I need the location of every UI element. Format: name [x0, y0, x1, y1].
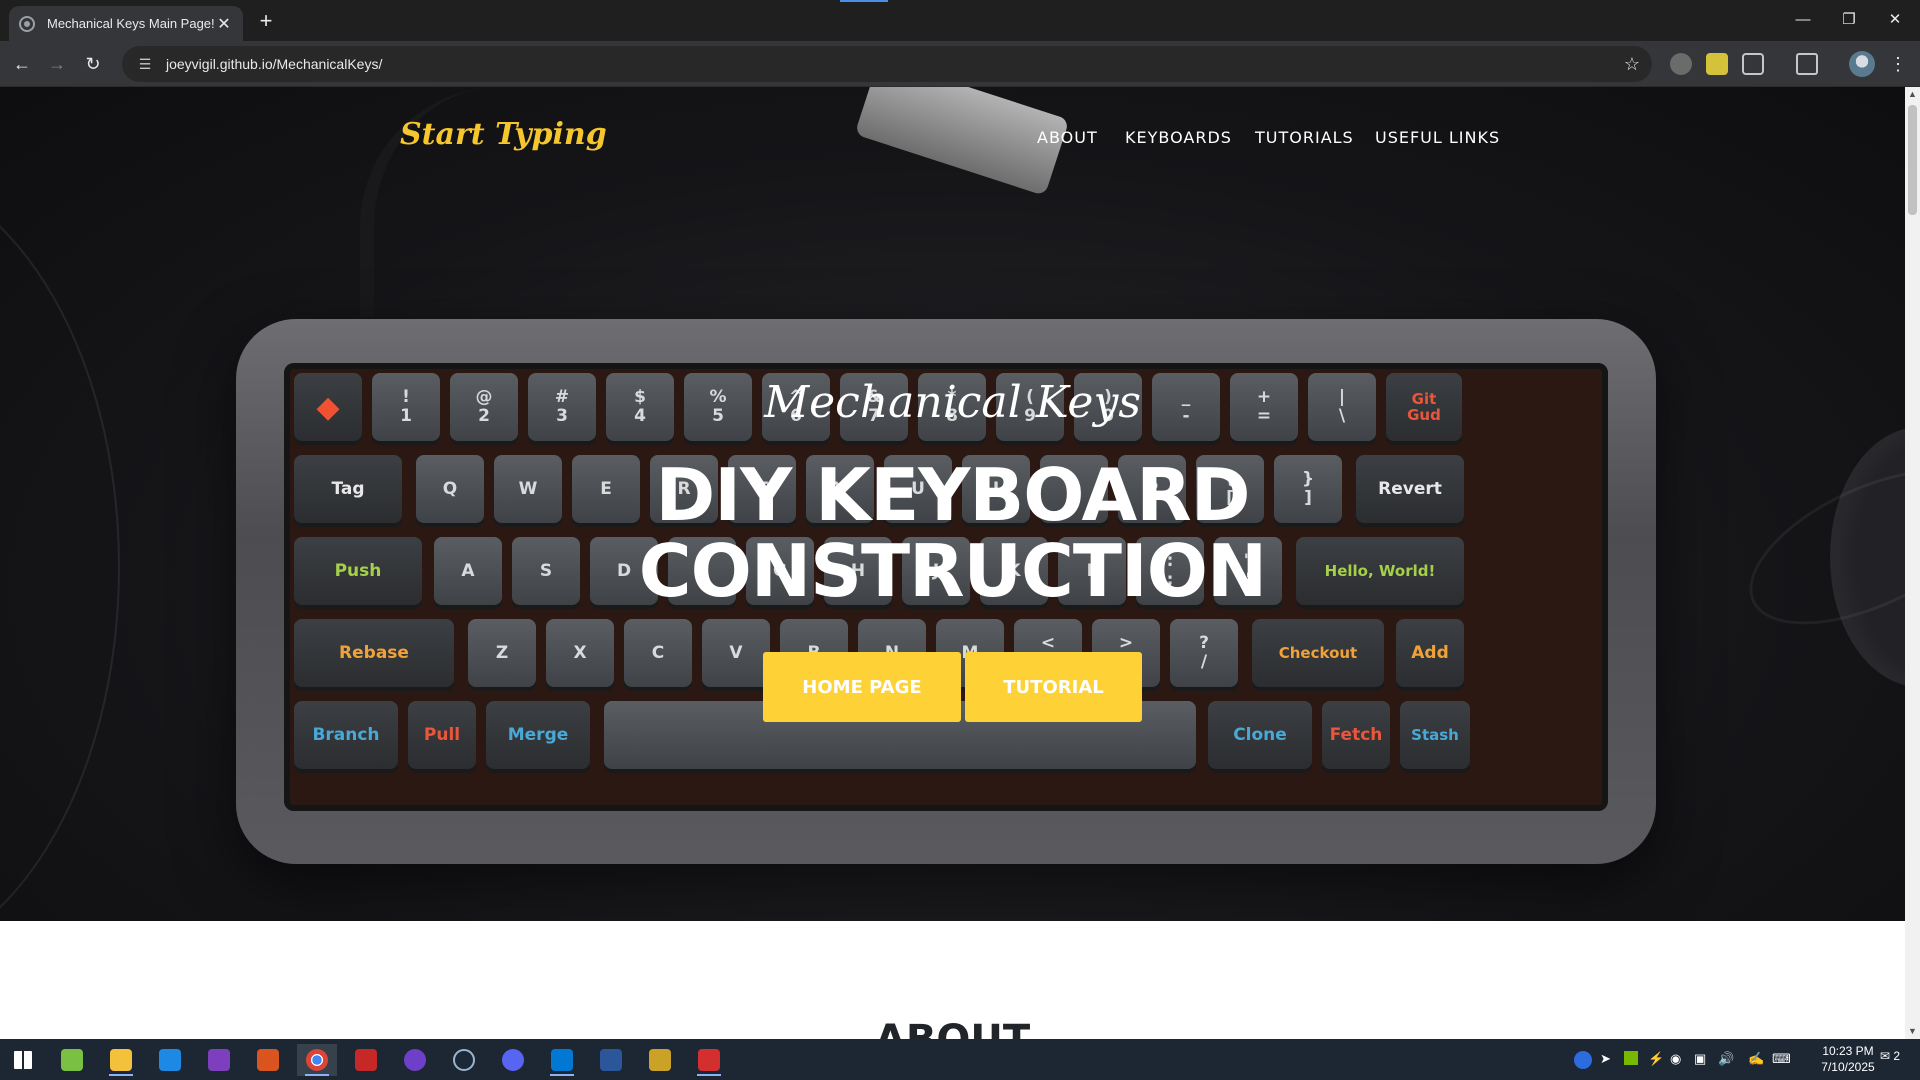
nav-link-useful-links[interactable]: USEFUL LINKS: [1375, 128, 1500, 147]
extension-record-icon[interactable]: [1670, 53, 1692, 75]
hero-headline: DIY KEYBOARD CONSTRUCTION: [0, 457, 1905, 609]
designer-app-icon[interactable]: [150, 1044, 190, 1076]
key-c: C: [624, 619, 692, 687]
window-restore-button[interactable]: ❐: [1826, 6, 1872, 34]
scroll-up-arrow-icon[interactable]: ▲: [1905, 87, 1920, 102]
word-app-icon[interactable]: [591, 1044, 631, 1076]
extension-sticky-icon[interactable]: [1706, 53, 1728, 75]
key-branch: Branch: [294, 701, 398, 769]
key-stash: Stash: [1400, 701, 1470, 769]
key-z: Z: [468, 619, 536, 687]
hero-subtitle: Mechanical Keys: [764, 377, 1141, 428]
forward-arrow-icon[interactable]: →: [43, 50, 71, 78]
address-bar-url[interactable]: joeyvigil.github.io/MechanicalKeys/: [166, 56, 1612, 72]
new-tab-button[interactable]: +: [252, 8, 280, 36]
vscode-app-icon[interactable]: [542, 1044, 582, 1076]
browser-menu-icon[interactable]: ⋮: [1886, 50, 1910, 78]
tab-title: Mechanical Keys Main Page!: [47, 16, 215, 31]
tray-zoom-icon[interactable]: [1574, 1051, 1592, 1069]
browser-tab-active[interactable]: Mechanical Keys Main Page! ✕: [9, 6, 243, 41]
page-viewport: ◆ ! 1 @ 2 # 3 $ 4 % 5 ^ 6 & 7 * 8 ( 9 ) …: [0, 87, 1905, 1039]
bookmark-star-icon[interactable]: ☆: [1612, 54, 1652, 75]
extensions-puzzle-icon[interactable]: [1742, 53, 1764, 75]
browser-tab-bar: Mechanical Keys Main Page! ✕ + — ❐ ✕: [0, 0, 1920, 41]
profile-avatar[interactable]: [1849, 51, 1875, 77]
scrollbar-thumb[interactable]: [1908, 105, 1917, 215]
site-favicon-icon: [19, 15, 35, 32]
tutorial-button[interactable]: TUTORIAL: [965, 652, 1142, 722]
tray-security-icon[interactable]: ◉: [1670, 1051, 1681, 1067]
windows-start-icon[interactable]: [3, 1044, 43, 1076]
os-taskbar: ➤ ⚡ ◉ ▣ 🔊 ✍ ⌨ 10:23 PM 7/10/2025 ✉ 2: [0, 1039, 1920, 1080]
tray-pen-icon[interactable]: ✍: [1748, 1051, 1764, 1067]
key-add: Add: [1396, 619, 1464, 687]
key-x: X: [546, 619, 614, 687]
site-info-icon[interactable]: ☰: [136, 55, 154, 73]
tray-network-icon[interactable]: ▣: [1694, 1051, 1706, 1067]
hero-section: ◆ ! 1 @ 2 # 3 $ 4 % 5 ^ 6 & 7 * 8 ( 9 ) …: [0, 87, 1905, 921]
key-merge: Merge: [486, 701, 590, 769]
tab-search-icon[interactable]: [1796, 53, 1818, 75]
game-app-icon[interactable]: [640, 1044, 680, 1076]
tab-strip-indicator: [840, 0, 888, 2]
file-explorer-icon[interactable]: [101, 1044, 141, 1076]
scroll-down-arrow-icon[interactable]: ▼: [1905, 1024, 1920, 1039]
hero-headline-line-1: DIY KEYBOARD: [655, 453, 1251, 537]
stream-app-icon[interactable]: [346, 1044, 386, 1076]
affinity-publisher-icon[interactable]: [248, 1044, 288, 1076]
about-section-heading: ABOUT: [0, 1017, 1905, 1039]
key-v: V: [702, 619, 770, 687]
nav-link-about[interactable]: ABOUT: [1037, 128, 1098, 147]
tab-close-icon[interactable]: ✕: [215, 14, 233, 34]
nav-link-tutorials[interactable]: TUTORIALS: [1255, 128, 1354, 147]
address-bar[interactable]: ☰ joeyvigil.github.io/MechanicalKeys/ ☆: [122, 46, 1652, 82]
chrome-app-icon[interactable]: [297, 1044, 337, 1076]
hero-headline-line-2: CONSTRUCTION: [638, 529, 1267, 613]
key-fetch: Fetch: [1322, 701, 1390, 769]
reload-icon[interactable]: ↻: [79, 50, 107, 78]
back-arrow-icon[interactable]: ←: [8, 50, 36, 78]
tray-arrow-icon[interactable]: ➤: [1600, 1051, 1611, 1067]
browser-toolbar: ← → ↻ ☰ joeyvigil.github.io/MechanicalKe…: [0, 41, 1920, 87]
home-page-button[interactable]: HOME PAGE: [763, 652, 961, 722]
key-rebase: Rebase: [294, 619, 454, 687]
window-close-button[interactable]: ✕: [1872, 6, 1918, 34]
discord-app-icon[interactable]: [493, 1044, 533, 1076]
notification-center-icon[interactable]: ✉ 2: [1880, 1049, 1910, 1063]
github-app-icon[interactable]: [395, 1044, 435, 1076]
key-slash: ? /: [1170, 619, 1238, 687]
tray-bolt-icon[interactable]: ⚡: [1648, 1051, 1664, 1067]
key-pull: Pull: [408, 701, 476, 769]
tray-keyboard-icon[interactable]: ⌨: [1772, 1051, 1791, 1067]
key-clone: Clone: [1208, 701, 1312, 769]
tray-nvidia-icon[interactable]: [1624, 1051, 1638, 1065]
tray-volume-icon[interactable]: 🔊: [1718, 1051, 1734, 1067]
key-checkout: Checkout: [1252, 619, 1384, 687]
notepad-app-icon[interactable]: [52, 1044, 92, 1076]
steam-app-icon[interactable]: [444, 1044, 484, 1076]
window-minimize-button[interactable]: —: [1780, 6, 1826, 34]
utility-app-icon[interactable]: [689, 1044, 729, 1076]
site-brand-link[interactable]: Start Typing: [400, 117, 607, 152]
nav-link-keyboards[interactable]: KEYBOARDS: [1125, 128, 1232, 147]
notification-count: 2: [1893, 1049, 1901, 1063]
affinity-app-icon[interactable]: [199, 1044, 239, 1076]
page-scrollbar[interactable]: ▲ ▼: [1905, 87, 1920, 1039]
